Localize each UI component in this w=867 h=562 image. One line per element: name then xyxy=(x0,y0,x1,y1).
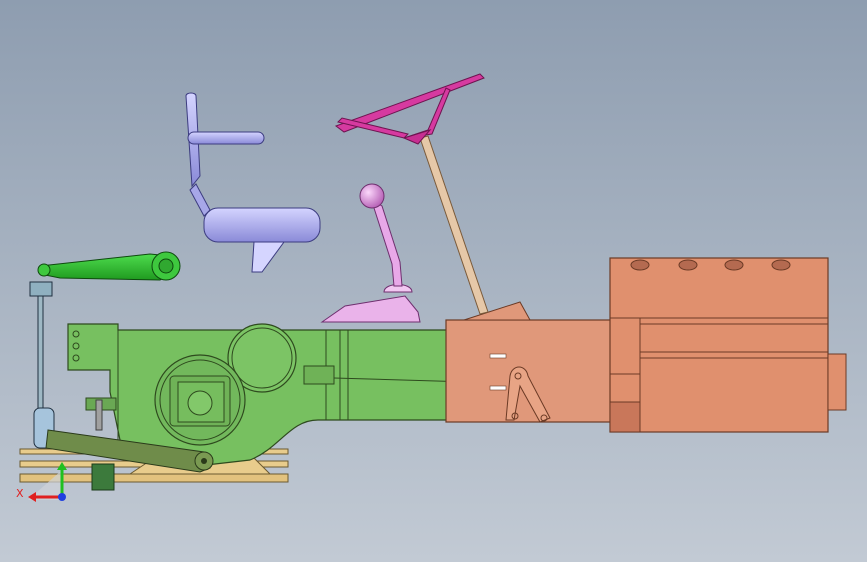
lift-rod[interactable] xyxy=(29,281,55,449)
gear-shift-lever[interactable] xyxy=(320,183,421,323)
cad-viewport[interactable]: X xyxy=(0,0,867,562)
steering-wheel[interactable] xyxy=(334,73,485,145)
transmission-housing[interactable] xyxy=(445,301,613,423)
seat[interactable] xyxy=(185,92,321,273)
model-view[interactable] xyxy=(0,0,867,562)
steering-column[interactable] xyxy=(419,135,489,315)
lift-arm[interactable] xyxy=(37,251,181,281)
engine-block[interactable] xyxy=(609,257,847,433)
x-axis-label: X xyxy=(16,487,24,500)
